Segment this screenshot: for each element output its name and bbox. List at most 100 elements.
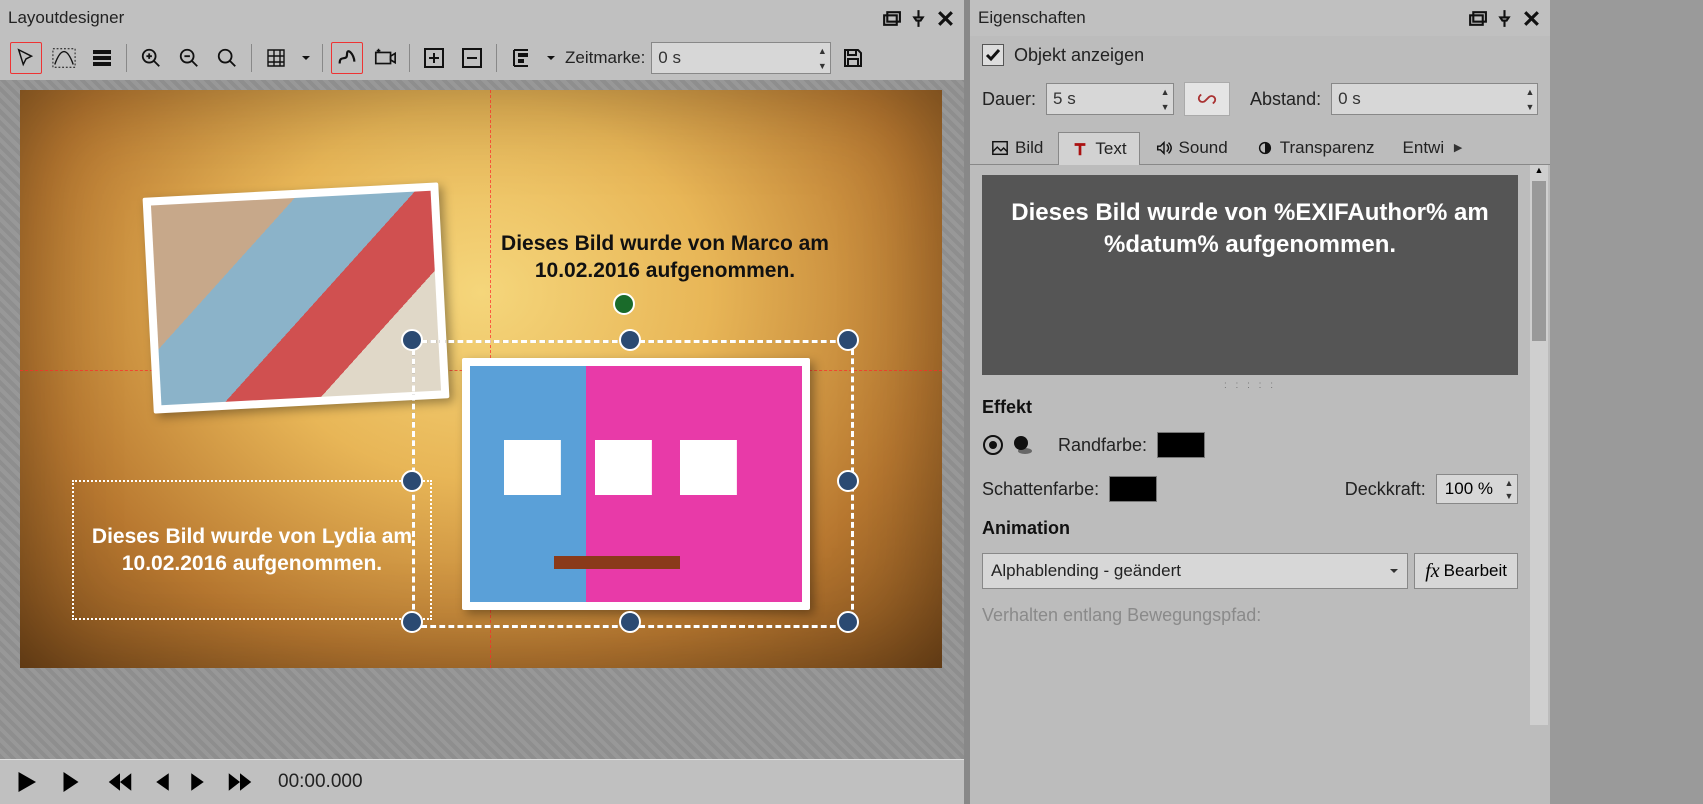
deckkraft-up[interactable]: ▲ [1501,476,1517,489]
deckkraft-value: 100 % [1437,479,1501,499]
photo-1[interactable] [143,182,450,413]
scroll-up[interactable]: ▲ [1530,165,1548,181]
handle-ne[interactable] [837,329,859,351]
deckkraft-spinner[interactable]: 100 % ▲▼ [1436,474,1518,504]
randfarbe-color[interactable] [1157,432,1205,458]
schattenfarbe-label: Schattenfarbe: [982,479,1099,500]
path-tool-button[interactable] [331,42,363,74]
property-tabs: Bild Text Sound Transparenz Entwi ▶ [970,124,1550,165]
zeitmarke-spinner[interactable]: ▲▼ [651,42,831,74]
align-button[interactable] [505,42,537,74]
tab-sound[interactable]: Sound [1142,131,1241,164]
left-titlebar: Layoutdesigner [0,0,964,36]
randfarbe-label: Randfarbe: [1058,435,1147,456]
photo-2[interactable] [462,358,810,610]
animation-dropdown[interactable]: Alphablending - geändert [982,553,1408,589]
dauer-label: Dauer: [982,89,1036,110]
abstand-spinner[interactable]: ▲▼ [1331,83,1538,115]
resize-grip[interactable]: : : : : : [970,379,1530,391]
effect-radio-outline[interactable] [982,434,1004,456]
caption-1[interactable]: Dieses Bild wurde von Marco am 10.02.201… [450,230,880,285]
window-restore-icon[interactable] [1467,8,1488,29]
camera-add-button[interactable] [369,42,401,74]
chevron-down-icon [1389,566,1399,576]
grid-menu-button[interactable] [298,42,314,74]
save-button[interactable] [837,42,869,74]
tab-bild[interactable]: Bild [978,131,1056,164]
canvas-viewport[interactable]: Dieses Bild wurde von Marco am 10.02.201… [0,80,964,759]
pin-icon[interactable] [908,8,929,29]
zeitmarke-up[interactable]: ▲ [814,43,830,58]
animation-heading: Animation [970,512,1530,545]
zeitmarke-input[interactable] [652,48,814,68]
curve-tool-button[interactable] [48,42,80,74]
caption-2[interactable]: Dieses Bild wurde von Lydia am 10.02.201… [72,480,432,620]
window-restore-icon[interactable] [881,8,902,29]
text-template-box[interactable]: Dieses Bild wurde von %EXIFAuthor% am %d… [982,175,1518,375]
grid-button[interactable] [260,42,292,74]
ffwd-button[interactable] [224,766,256,798]
abstand-input[interactable] [1332,89,1523,109]
prev-button[interactable] [144,766,176,798]
dauer-down[interactable]: ▼ [1157,99,1173,114]
properties-scrollbar[interactable]: ▲ [1530,165,1548,725]
bearbeiten-button[interactable]: fx Bearbeit [1414,553,1518,589]
handle-nw[interactable] [401,329,423,351]
schattenfarbe-color[interactable] [1109,476,1157,502]
right-titlebar: Eigenschaften [970,0,1550,36]
handle-n[interactable] [619,329,641,351]
zoom-out-button[interactable] [173,42,205,74]
tab-more[interactable]: Entwi [1390,131,1448,164]
layout-toolbar: Zeitmarke: ▲▼ [0,36,964,80]
abstand-up[interactable]: ▲ [1523,84,1537,99]
add-button[interactable] [418,42,450,74]
dauer-up[interactable]: ▲ [1157,84,1173,99]
handle-s[interactable] [619,611,641,633]
select-tool-button[interactable] [10,42,42,74]
pin-icon[interactable] [1494,8,1515,29]
deckkraft-label: Deckkraft: [1345,479,1426,500]
right-title: Eigenschaften [978,8,1086,28]
zeitmarke-down[interactable]: ▼ [814,58,830,73]
dauer-spinner[interactable]: ▲▼ [1046,83,1174,115]
effekt-heading: Effekt [970,391,1530,424]
scrollbar-thumb[interactable] [1532,181,1546,341]
rewind-button[interactable] [104,766,136,798]
show-object-checkbox[interactable] [982,44,1004,66]
dauer-input[interactable] [1047,89,1157,109]
properties-panel: Eigenschaften Objekt anzeigen Dauer: ▲▼ … [970,0,1550,804]
path-behavior-label: Verhalten entlang Bewegungspfad: [982,605,1261,626]
zoom-fit-button[interactable] [211,42,243,74]
link-duration-button[interactable] [1184,82,1230,116]
effect-radio-shadow[interactable] [1012,434,1034,456]
zeitmarke-label: Zeitmarke: [565,48,645,68]
layout-designer-panel: Layoutdesigner Zeitmarke: ▲▼ [0,0,964,804]
play-from-button[interactable] [50,766,82,798]
handle-e[interactable] [837,470,859,492]
fx-icon: fx [1425,560,1439,583]
handle-sw[interactable] [401,611,423,633]
tab-text[interactable]: Text [1058,132,1139,165]
tabs-scroll-right[interactable]: ▶ [1449,130,1467,164]
close-icon[interactable] [1521,8,1542,29]
playback-time: 00:00.000 [278,771,363,793]
play-button[interactable] [10,766,42,798]
show-object-label: Objekt anzeigen [1014,45,1144,66]
rows-tool-button[interactable] [86,42,118,74]
close-icon[interactable] [935,8,956,29]
remove-button[interactable] [456,42,488,74]
deckkraft-down[interactable]: ▼ [1501,489,1517,502]
next-button[interactable] [184,766,216,798]
zoom-in-button[interactable] [135,42,167,74]
rotation-handle[interactable] [613,293,635,315]
align-menu-button[interactable] [543,42,559,74]
effect-mode-group [982,434,1034,456]
playbar: 00:00.000 [0,759,964,804]
left-title: Layoutdesigner [8,8,124,28]
slide-canvas[interactable]: Dieses Bild wurde von Marco am 10.02.201… [20,90,942,668]
handle-se[interactable] [837,611,859,633]
properties-body: Objekt anzeigen Dauer: ▲▼ Abstand: ▲▼ Bi… [970,36,1550,804]
tab-transparenz[interactable]: Transparenz [1243,131,1388,164]
abstand-down[interactable]: ▼ [1523,99,1537,114]
handle-w[interactable] [401,470,423,492]
